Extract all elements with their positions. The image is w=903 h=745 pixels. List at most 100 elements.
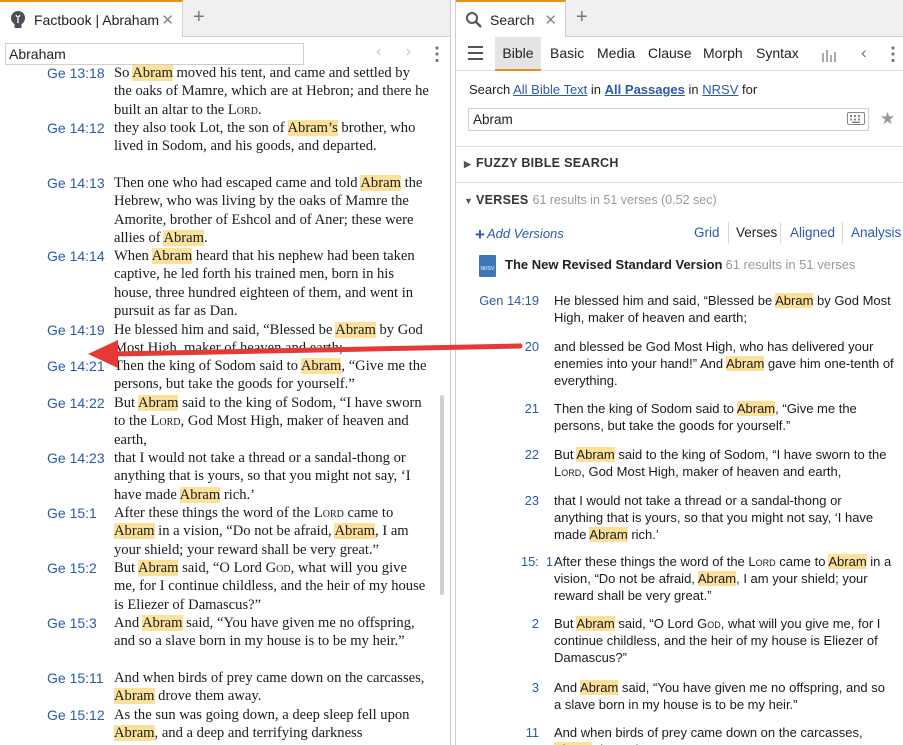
star-icon[interactable]: ★ bbox=[880, 109, 895, 129]
result-text: But Abram said, “O Lord God, what will y… bbox=[554, 616, 881, 665]
result-ref-link[interactable]: Gen 14:19 bbox=[479, 292, 539, 309]
verse-ref-link[interactable]: Ge 14:21 bbox=[47, 357, 105, 375]
result-text: and blessed be God Most High, who has de… bbox=[554, 339, 894, 388]
verse-ref-link[interactable]: Ge 15:1 bbox=[47, 504, 97, 522]
result-ref-link[interactable]: 15: 1 bbox=[521, 553, 553, 570]
verse-ref-link[interactable]: Ge 15:11 bbox=[47, 669, 104, 687]
tab-clause[interactable]: Clause bbox=[648, 37, 692, 71]
tab-syntax[interactable]: Syntax bbox=[756, 37, 799, 71]
verse-ref-link[interactable]: Ge 14:13 bbox=[47, 174, 105, 192]
result-ref-link[interactable]: 22 bbox=[525, 446, 539, 463]
verse-ref-link[interactable]: Ge 15:2 bbox=[47, 559, 97, 577]
factbook-panel: Factbook | Abraham ✕ + ‹ › ⋮ Ge 13:18 So … bbox=[0, 0, 451, 745]
verse-text: He blessed him and said, “Blessed be Abr… bbox=[114, 322, 423, 357]
verse-ref-link[interactable]: Ge 15:3 bbox=[47, 614, 97, 632]
verse-ref-link[interactable]: Ge 13:18 bbox=[47, 64, 105, 82]
verse-ref-link[interactable]: Ge 14:14 bbox=[47, 247, 105, 265]
version-header: The New Revised Standard Version 61 resul… bbox=[505, 257, 856, 272]
verse-ref-link[interactable]: Ge 14:22 bbox=[47, 394, 105, 412]
verse-list: Ge 13:18 So Abram moved his tent, and cam… bbox=[0, 64, 450, 745]
fuzzy-label: FUZZY BIBLE SEARCH bbox=[476, 156, 619, 170]
add-tab-icon[interactable]: + bbox=[193, 6, 205, 29]
verses-meta: 61 results in 51 verses (0.52 sec) bbox=[532, 193, 717, 207]
verse-text: As the sun was going down, a deep sleep … bbox=[114, 707, 410, 742]
verse-text: And when birds of prey came down on the … bbox=[114, 670, 425, 705]
verse-text: But Abram said, “O Lord God, what will y… bbox=[114, 560, 426, 613]
tab-morph[interactable]: Morph bbox=[703, 37, 743, 71]
view-analysis[interactable]: Analysis bbox=[851, 225, 901, 240]
keyboard-icon[interactable] bbox=[847, 112, 865, 130]
nrsv-book-icon: NRSV bbox=[479, 255, 496, 277]
view-grid[interactable]: Grid bbox=[694, 225, 720, 240]
verse-text: And Abram said, “You have given me no of… bbox=[114, 615, 415, 650]
verse-ref-link[interactable]: Ge 14:12 bbox=[47, 119, 105, 137]
verse-text: Then the king of Sodom said to Abram, “G… bbox=[114, 358, 427, 393]
chevron-left-icon[interactable]: ‹ bbox=[861, 43, 867, 63]
reference-input[interactable] bbox=[5, 43, 304, 65]
close-icon[interactable]: ✕ bbox=[161, 11, 174, 29]
tab-media[interactable]: Media bbox=[597, 37, 635, 71]
result-text: that I would not take a thread or a sand… bbox=[554, 493, 874, 542]
result-ref-link[interactable]: 2 bbox=[532, 615, 539, 632]
add-versions-button[interactable]: + Add Versions bbox=[475, 225, 564, 245]
verse-text: After these things the word of the Lord … bbox=[114, 505, 409, 558]
close-icon[interactable]: ✕ bbox=[544, 11, 557, 29]
verse-text: But Abram said to the king of Sodom, “I … bbox=[114, 395, 422, 448]
verse-ref-link[interactable]: Ge 14:23 bbox=[47, 449, 105, 467]
more-options-icon[interactable]: ⋮ bbox=[428, 45, 446, 63]
result-text: And Abram said, “You have given me no of… bbox=[554, 680, 886, 712]
verses-label: VERSES bbox=[476, 193, 529, 207]
tab-search[interactable]: Search ✕ bbox=[456, 0, 566, 37]
result-ref-link[interactable]: 11 bbox=[526, 724, 539, 741]
verse-ref-link[interactable]: Ge 15:12 bbox=[47, 706, 105, 724]
result-text: And when birds of prey came down on the … bbox=[554, 724, 894, 745]
separator bbox=[842, 222, 843, 244]
scope-in-text: in bbox=[590, 82, 602, 97]
bar-chart-icon[interactable] bbox=[822, 48, 837, 67]
tab-title: Search bbox=[490, 11, 535, 28]
chevron-down-icon: ▼ bbox=[464, 196, 474, 206]
scope-in-text: in bbox=[688, 82, 699, 97]
fuzzy-search-section[interactable]: ▶ FUZZY BIBLE SEARCH bbox=[464, 156, 619, 170]
verse-text: that I would not take a thread or a sand… bbox=[114, 450, 411, 503]
view-verses[interactable]: Verses bbox=[736, 225, 777, 240]
scope-suffix: for bbox=[742, 82, 758, 97]
scope-what-link[interactable]: All Bible Text bbox=[513, 82, 587, 97]
lightbulb-icon bbox=[7, 9, 29, 31]
history-nav-icons[interactable]: ‹ › bbox=[376, 43, 421, 61]
verse-text: When Abram heard that his nephew had bee… bbox=[114, 248, 415, 319]
search-type-bar: Bible Basic Media Clause Morph Syntax ‹ … bbox=[456, 37, 903, 71]
result-text: But Abram said to the king of Sodom, “I … bbox=[554, 447, 887, 479]
scrollbar[interactable] bbox=[440, 395, 444, 595]
verse-ref-link[interactable]: Ge 14:19 bbox=[47, 321, 105, 339]
verse-text: Then one who had escaped came and told A… bbox=[114, 175, 423, 246]
right-tab-bar: Search ✕ + bbox=[456, 0, 903, 37]
menu-icon[interactable] bbox=[468, 46, 483, 64]
search-panel: Search ✕ + Bible Basic Media Clause Morp… bbox=[455, 0, 903, 745]
search-scope: Search All Bible Text in All Passages in… bbox=[469, 82, 757, 97]
scope-version-link[interactable]: NRSV bbox=[702, 82, 738, 97]
tab-factbook[interactable]: Factbook | Abraham ✕ bbox=[0, 0, 183, 37]
verse-text: they also took Lot, the son of Abram’s b… bbox=[114, 120, 416, 155]
version-name: The New Revised Standard Version bbox=[505, 257, 723, 272]
divider bbox=[456, 146, 903, 147]
view-aligned[interactable]: Aligned bbox=[790, 225, 835, 240]
tab-bible[interactable]: Bible bbox=[495, 37, 541, 71]
scope-range-link[interactable]: All Passages bbox=[605, 82, 685, 97]
add-tab-icon[interactable]: + bbox=[576, 6, 588, 29]
result-text: Then the king of Sodom said to Abram, “G… bbox=[554, 401, 857, 433]
add-versions-label: Add Versions bbox=[486, 226, 564, 241]
result-ref-link[interactable]: 3 bbox=[532, 679, 539, 696]
verses-section[interactable]: ▼ VERSES 61 results in 51 verses (0.52 sec… bbox=[464, 193, 717, 207]
tab-title: Factbook | Abraham bbox=[34, 11, 160, 28]
search-input[interactable] bbox=[468, 108, 869, 131]
result-text: After these things the word of the Lord … bbox=[554, 554, 892, 603]
search-icon bbox=[463, 9, 485, 31]
tab-basic[interactable]: Basic bbox=[550, 37, 584, 71]
result-ref-link[interactable]: 20 bbox=[525, 338, 539, 355]
result-ref-link[interactable]: 23 bbox=[525, 492, 539, 509]
result-ref-link[interactable]: 21 bbox=[525, 400, 539, 417]
more-options-icon[interactable]: ⋮ bbox=[884, 45, 902, 63]
plus-icon: + bbox=[475, 225, 485, 244]
chevron-right-icon: ▶ bbox=[464, 159, 472, 169]
